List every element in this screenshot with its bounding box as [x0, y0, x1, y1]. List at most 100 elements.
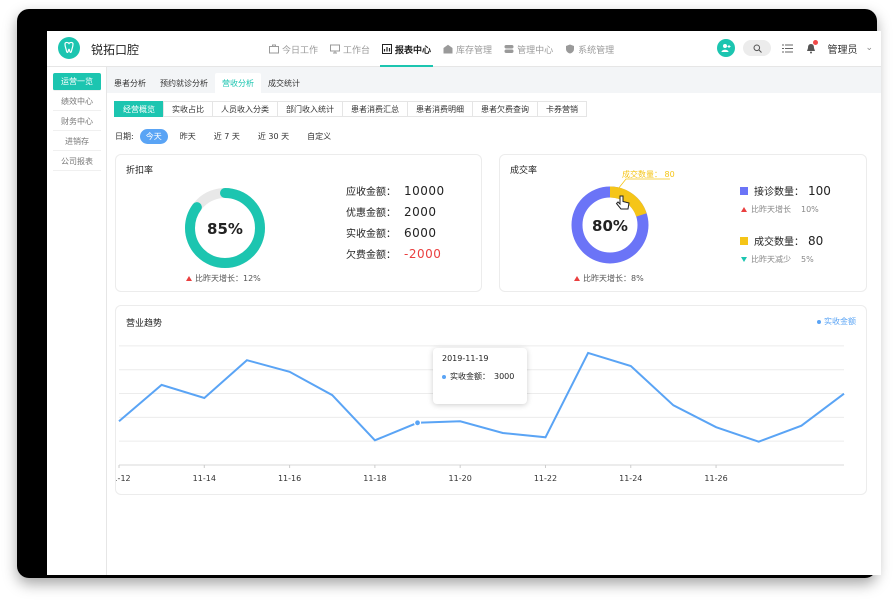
- search-icon: [753, 44, 762, 53]
- nav-item-label: 工作台: [343, 45, 371, 56]
- tooltip-value: 3000: [494, 372, 515, 381]
- nav-item-label: 管理中心: [517, 45, 554, 56]
- metric-value: 2000: [404, 205, 437, 219]
- discount-title: 折扣率: [126, 166, 154, 176]
- metric-row: 实收金额： 6000: [346, 225, 437, 240]
- nav-item-label: 系统管理: [578, 45, 615, 56]
- main-nav: 今日工作 工作台 报表中心 库存管理 管理中心 系统管理: [263, 31, 620, 67]
- callout-line: [617, 178, 670, 190]
- tab-3[interactable]: 成交统计: [261, 73, 307, 93]
- monitor-icon: [330, 44, 341, 54]
- date-option-2[interactable]: 近 7 天: [208, 129, 246, 144]
- legend-row: 接诊数量： 100: [740, 183, 831, 198]
- subtab-7[interactable]: 卡券营销: [537, 101, 587, 117]
- arrow-up-icon: [741, 207, 747, 212]
- tooth-logo-icon[interactable]: [58, 37, 80, 59]
- app-screen: 锐拓口腔 今日工作 工作台 报表中心 库存管理 管理中心 系统管理 管理员 ⌄: [47, 31, 881, 575]
- sub-tab-bar: 经营概览 实收占比 人员收入分类 部门收入统计 患者消费汇总 患者消费明细 患者欠费查询 卡券…: [114, 101, 587, 117]
- add-user-icon[interactable]: [717, 39, 736, 57]
- legend-sub-value: 10%: [801, 205, 819, 214]
- sidebar-item-1[interactable]: 绩效中心: [53, 93, 101, 111]
- metric-value: -2000: [404, 247, 442, 261]
- data-point-7: [413, 419, 422, 427]
- tab-1[interactable]: 预约就诊分析: [153, 73, 215, 93]
- metric-label: 应收金额：: [346, 187, 396, 198]
- metric-row: 应收金额： 10000: [346, 183, 445, 198]
- subtab-2[interactable]: 人员收入分类: [212, 101, 278, 117]
- conversion-callout: 成交数量： 80: [622, 169, 675, 179]
- warehouse-icon: [443, 44, 453, 54]
- metric-value: 6000: [404, 226, 437, 240]
- conversion-ring: 成交数量： 80 80%: [571, 169, 675, 264]
- nav-item-2[interactable]: 报表中心: [376, 31, 437, 67]
- x-tick-label: 11-26: [704, 474, 727, 483]
- subtab-3[interactable]: 部门收入统计: [277, 101, 343, 117]
- legend-sub-row: 比昨天增长 10%: [741, 204, 819, 215]
- subtab-0[interactable]: 经营概览: [114, 101, 164, 117]
- tooltip-label: 实收金额：: [450, 372, 490, 381]
- metric-row: 优惠金额： 2000: [346, 204, 437, 219]
- list-icon[interactable]: [779, 40, 795, 56]
- legend-label: 成交数量：: [754, 237, 804, 248]
- tab-2[interactable]: 营收分析: [215, 73, 261, 93]
- nav-item-label: 库存管理: [456, 45, 493, 56]
- x-tick-label: 11-16: [278, 474, 301, 483]
- nav-item-label: 今日工作: [282, 45, 319, 56]
- nav-item-3[interactable]: 库存管理: [437, 31, 498, 67]
- chevron-down-icon[interactable]: ⌄: [865, 43, 873, 53]
- arrow-up-icon: [574, 276, 580, 281]
- discount-ring: 85%: [185, 188, 265, 268]
- search-button[interactable]: [743, 40, 772, 56]
- date-label: 日期:: [115, 132, 134, 141]
- legend-value: 80: [808, 233, 824, 248]
- main-content: 经营概览 实收占比 人员收入分类 部门收入统计 患者消费汇总 患者消费明细 患者欠费查询 卡券…: [107, 93, 881, 575]
- device-frame: 锐拓口腔 今日工作 工作台 报表中心 库存管理 管理中心 系统管理 管理员 ⌄: [17, 9, 881, 578]
- nav-item-label: 报表中心: [395, 45, 432, 56]
- x-tick-label: 11-22: [534, 474, 557, 483]
- conversion-title: 成交率: [510, 166, 538, 176]
- sidebar-item-2[interactable]: 财务中心: [53, 113, 101, 131]
- brand-name: 锐拓口腔: [91, 43, 140, 57]
- bell-icon[interactable]: [803, 40, 819, 56]
- tooltip-dot: [442, 374, 446, 379]
- legend-value: 100: [808, 183, 831, 198]
- sidebar-item-4[interactable]: 公司报表: [53, 153, 101, 171]
- sidebar-item-0[interactable]: 运营一览: [53, 73, 101, 91]
- nav-item-0[interactable]: 今日工作: [263, 31, 324, 67]
- date-filter: 日期: 今天 昨天近 7 天近 30 天自定义: [115, 129, 337, 144]
- date-option-4[interactable]: 自定义: [301, 129, 337, 144]
- tab-0[interactable]: 患者分析: [107, 73, 153, 93]
- report-icon: [382, 44, 393, 54]
- subtab-6[interactable]: 患者欠费查询: [472, 101, 538, 117]
- header-tools: 管理员 ⌄: [717, 39, 873, 57]
- sidebar: 运营一览绩效中心财务中心进销存公司报表: [47, 67, 107, 575]
- discount-percent: 85%: [207, 220, 243, 238]
- toggle-icon: [504, 44, 514, 54]
- nav-item-5[interactable]: 系统管理: [559, 31, 620, 67]
- notification-dot: [813, 40, 819, 45]
- subtab-1[interactable]: 实收占比: [163, 101, 213, 117]
- subtab-4[interactable]: 患者消费汇总: [342, 101, 408, 117]
- legend-swatch: [740, 186, 748, 195]
- metric-label: 欠费金额：: [346, 250, 396, 261]
- date-option-0[interactable]: 今天: [139, 129, 168, 144]
- conversion-card: 成交率 成交数量： 80 80% 比昨天增长：8% 接诊数量： 100 比昨天增长 1…: [499, 154, 867, 292]
- legend-swatch: [740, 236, 748, 245]
- nav-item-1[interactable]: 工作台: [324, 31, 376, 67]
- hand-cursor-icon: [615, 195, 630, 210]
- discount-card: 折扣率 85% 比昨天增长：12% 应收金额： 10000 优惠金额： 2000 实收金…: [115, 154, 482, 292]
- username[interactable]: 管理员: [827, 41, 857, 56]
- date-option-1[interactable]: 昨天: [174, 129, 202, 144]
- sidebar-item-3[interactable]: 进销存: [53, 133, 101, 151]
- nav-item-4[interactable]: 管理中心: [498, 31, 559, 67]
- subtab-5[interactable]: 患者消费明细: [407, 101, 473, 117]
- legend-sub-label: 比昨天增长: [751, 205, 791, 214]
- date-option-3[interactable]: 近 30 天: [252, 129, 295, 144]
- trend-card: 营业趋势 实收金额 11-1211-1411-1611-1811-2011-22…: [115, 305, 867, 495]
- x-tick-label: 11-14: [193, 474, 216, 483]
- discount-growth: 比昨天增长：12%: [186, 273, 261, 284]
- conversion-percent: 80%: [592, 217, 628, 235]
- legend-label: 接诊数量：: [754, 187, 804, 198]
- tab-bar: 患者分析 预约就诊分析 营收分析 成交统计: [107, 73, 881, 95]
- briefcase-icon: [269, 44, 279, 54]
